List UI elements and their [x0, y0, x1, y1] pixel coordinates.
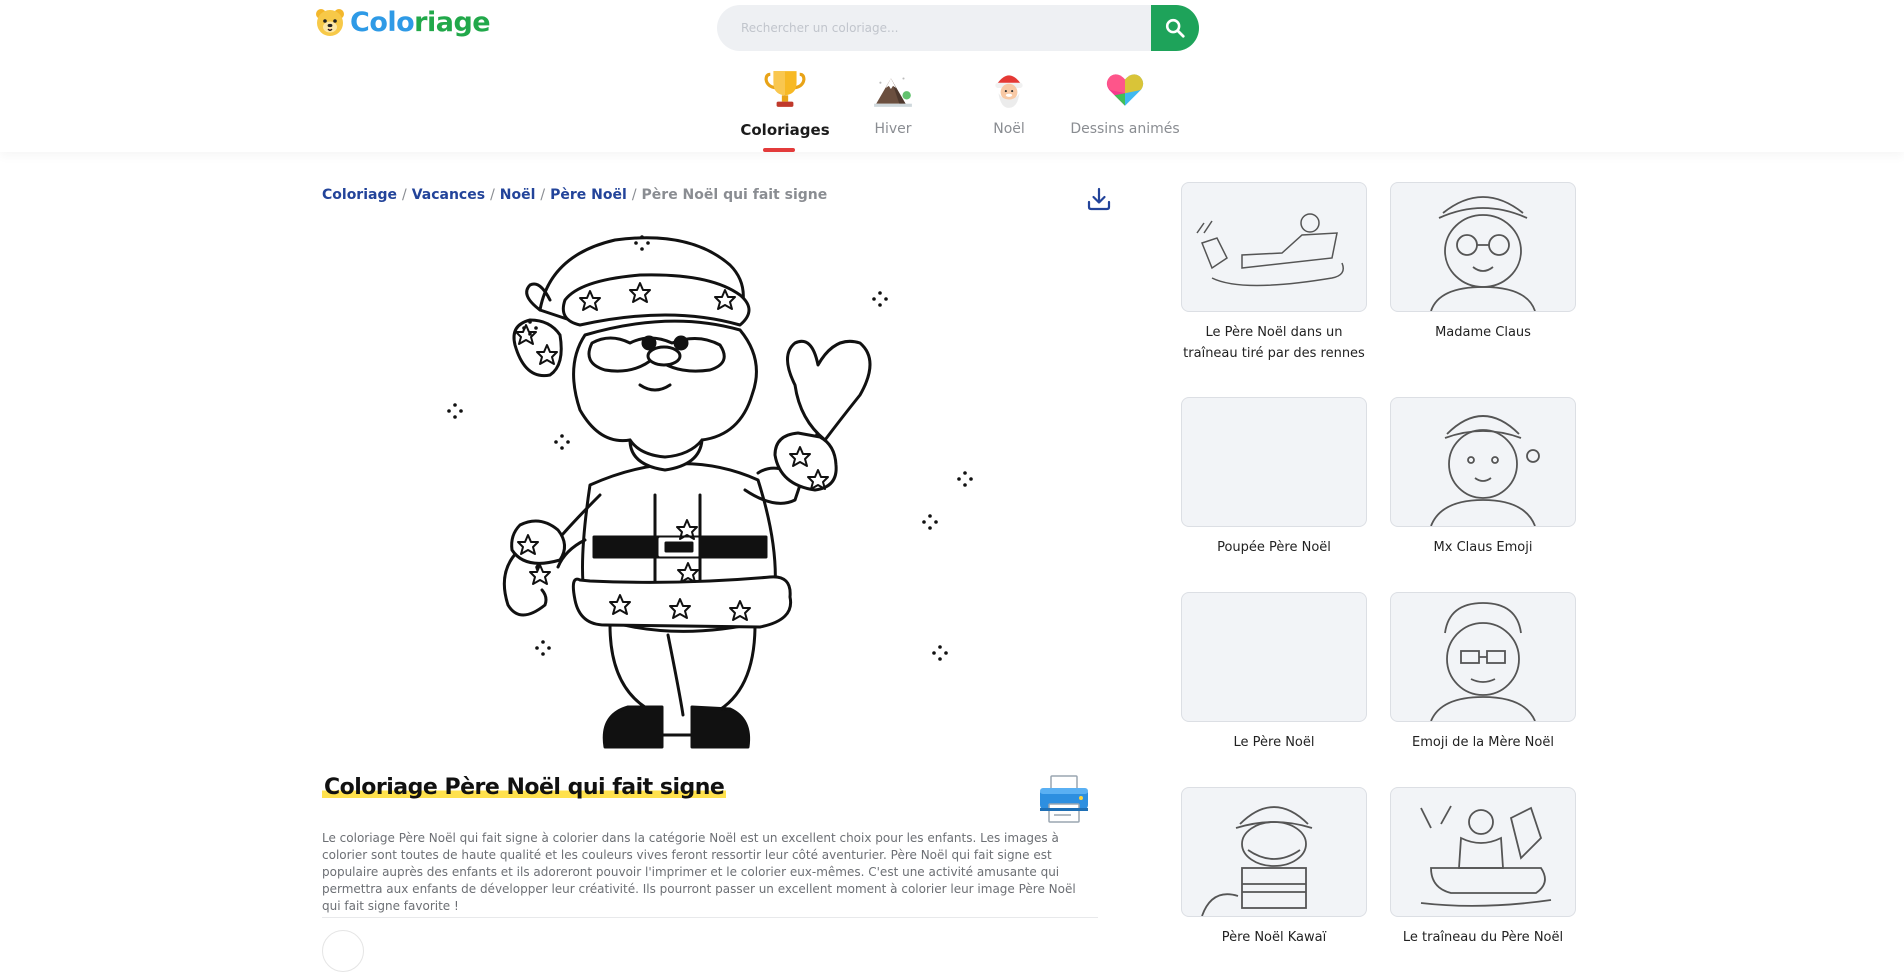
site-logo[interactable]: Coloriage — [314, 6, 491, 38]
kawaii-santa-thumbnail-image — [1201, 806, 1313, 916]
heart-puzzle-icon — [1106, 74, 1144, 106]
breadcrumb-separator: / — [540, 187, 546, 203]
page-description: Le coloriage Père Noël qui fait signe à … — [322, 831, 1076, 913]
breadcrumb: Coloriage / Vacances / Noël / Père Noël / Père N… — [322, 187, 827, 203]
logo-text: Coloriage — [350, 6, 491, 38]
related-card[interactable]: Père Noël Kawaï — [1181, 787, 1367, 948]
mx-claus-emoji-thumbnail-image — [1430, 415, 1540, 526]
nav-item-dessins-animes[interactable]: Dessins animés — [1070, 68, 1180, 137]
related-thumbnail — [1181, 397, 1367, 527]
site-header: Coloriage Coloriages — [0, 0, 1904, 152]
trophy-icon — [764, 71, 806, 107]
page-title-wrapper: Coloriage Père Noël qui fait signe — [322, 775, 727, 800]
nav-label-dessins-animes: Dessins animés — [1070, 121, 1180, 137]
related-thumbnail — [1181, 787, 1367, 917]
breadcrumb-link-pere-noel[interactable]: Père Noël — [550, 187, 627, 203]
related-thumbnail — [1390, 592, 1576, 722]
nav-item-coloriages[interactable]: Coloriages — [730, 68, 840, 152]
search-button[interactable] — [1151, 5, 1199, 51]
nav-label-coloriages: Coloriages — [740, 121, 830, 139]
search-bar — [717, 5, 1199, 51]
related-card[interactable]: Mx Claus Emoji — [1390, 397, 1576, 558]
nav-item-hiver[interactable]: Hiver — [838, 68, 948, 137]
breadcrumb-separator: / — [631, 187, 637, 203]
search-icon — [1165, 18, 1185, 38]
breadcrumb-separator: / — [490, 187, 495, 203]
related-thumbnail — [1181, 182, 1367, 312]
breadcrumb-link-noel[interactable]: Noël — [500, 187, 536, 203]
related-thumbnail — [1390, 787, 1576, 917]
breadcrumb-current: Père Noël qui fait signe — [641, 187, 828, 203]
nav-item-noel[interactable]: Noël — [954, 68, 1064, 137]
page-title: Coloriage Père Noël qui fait signe — [322, 775, 727, 800]
avatar — [322, 930, 364, 972]
related-thumbnail — [1390, 182, 1576, 312]
related-card[interactable]: Le Père Noël dans un traîneau tiré par d… — [1181, 182, 1367, 364]
sleigh-thumbnail-image — [1196, 213, 1344, 287]
related-label: Mx Claus Emoji — [1433, 540, 1533, 555]
related-card[interactable]: Madame Claus — [1390, 182, 1576, 343]
related-card[interactable]: Le traîneau du Père Noël — [1390, 787, 1576, 948]
related-label: Poupée Père Noël — [1217, 540, 1331, 555]
breadcrumb-link-vacances[interactable]: Vacances — [412, 187, 485, 203]
related-label: Père Noël Kawaï — [1221, 930, 1327, 945]
related-thumbnail — [1181, 592, 1367, 722]
content-divider — [322, 917, 1098, 918]
related-label: Madame Claus — [1435, 325, 1531, 340]
winter-hut-icon — [874, 77, 912, 107]
nav-label-hiver: Hiver — [874, 121, 912, 137]
related-label: Le Père Noël — [1233, 735, 1315, 750]
related-label: Le Père Noël dans un traîneau tiré par d… — [1183, 325, 1365, 361]
download-icon[interactable] — [1086, 186, 1112, 212]
search-input[interactable] — [717, 5, 1151, 51]
breadcrumb-separator: / — [401, 187, 407, 203]
bear-logo-icon — [316, 9, 344, 36]
nav-label-noel: Noël — [993, 121, 1025, 137]
santa-sleigh-thumbnail-image — [1420, 805, 1552, 907]
mrs-claus-emoji-thumbnail-image — [1430, 602, 1536, 721]
related-thumbnail — [1390, 397, 1576, 527]
santa-face-icon — [995, 73, 1025, 108]
mrs-claus-thumbnail-image — [1430, 196, 1536, 311]
printer-icon[interactable] — [1038, 774, 1090, 824]
related-card[interactable]: Emoji de la Mère Noël — [1390, 592, 1576, 753]
related-label: Emoji de la Mère Noël — [1412, 735, 1554, 750]
breadcrumb-link-coloriage[interactable]: Coloriage — [322, 187, 397, 203]
related-label: Le traîneau du Père Noël — [1402, 930, 1564, 945]
related-card[interactable]: Le Père Noël — [1181, 592, 1367, 753]
nav-active-indicator — [763, 148, 795, 152]
coloring-image-waving-santa — [447, 235, 973, 749]
related-card[interactable]: Poupée Père Noël — [1181, 397, 1367, 558]
